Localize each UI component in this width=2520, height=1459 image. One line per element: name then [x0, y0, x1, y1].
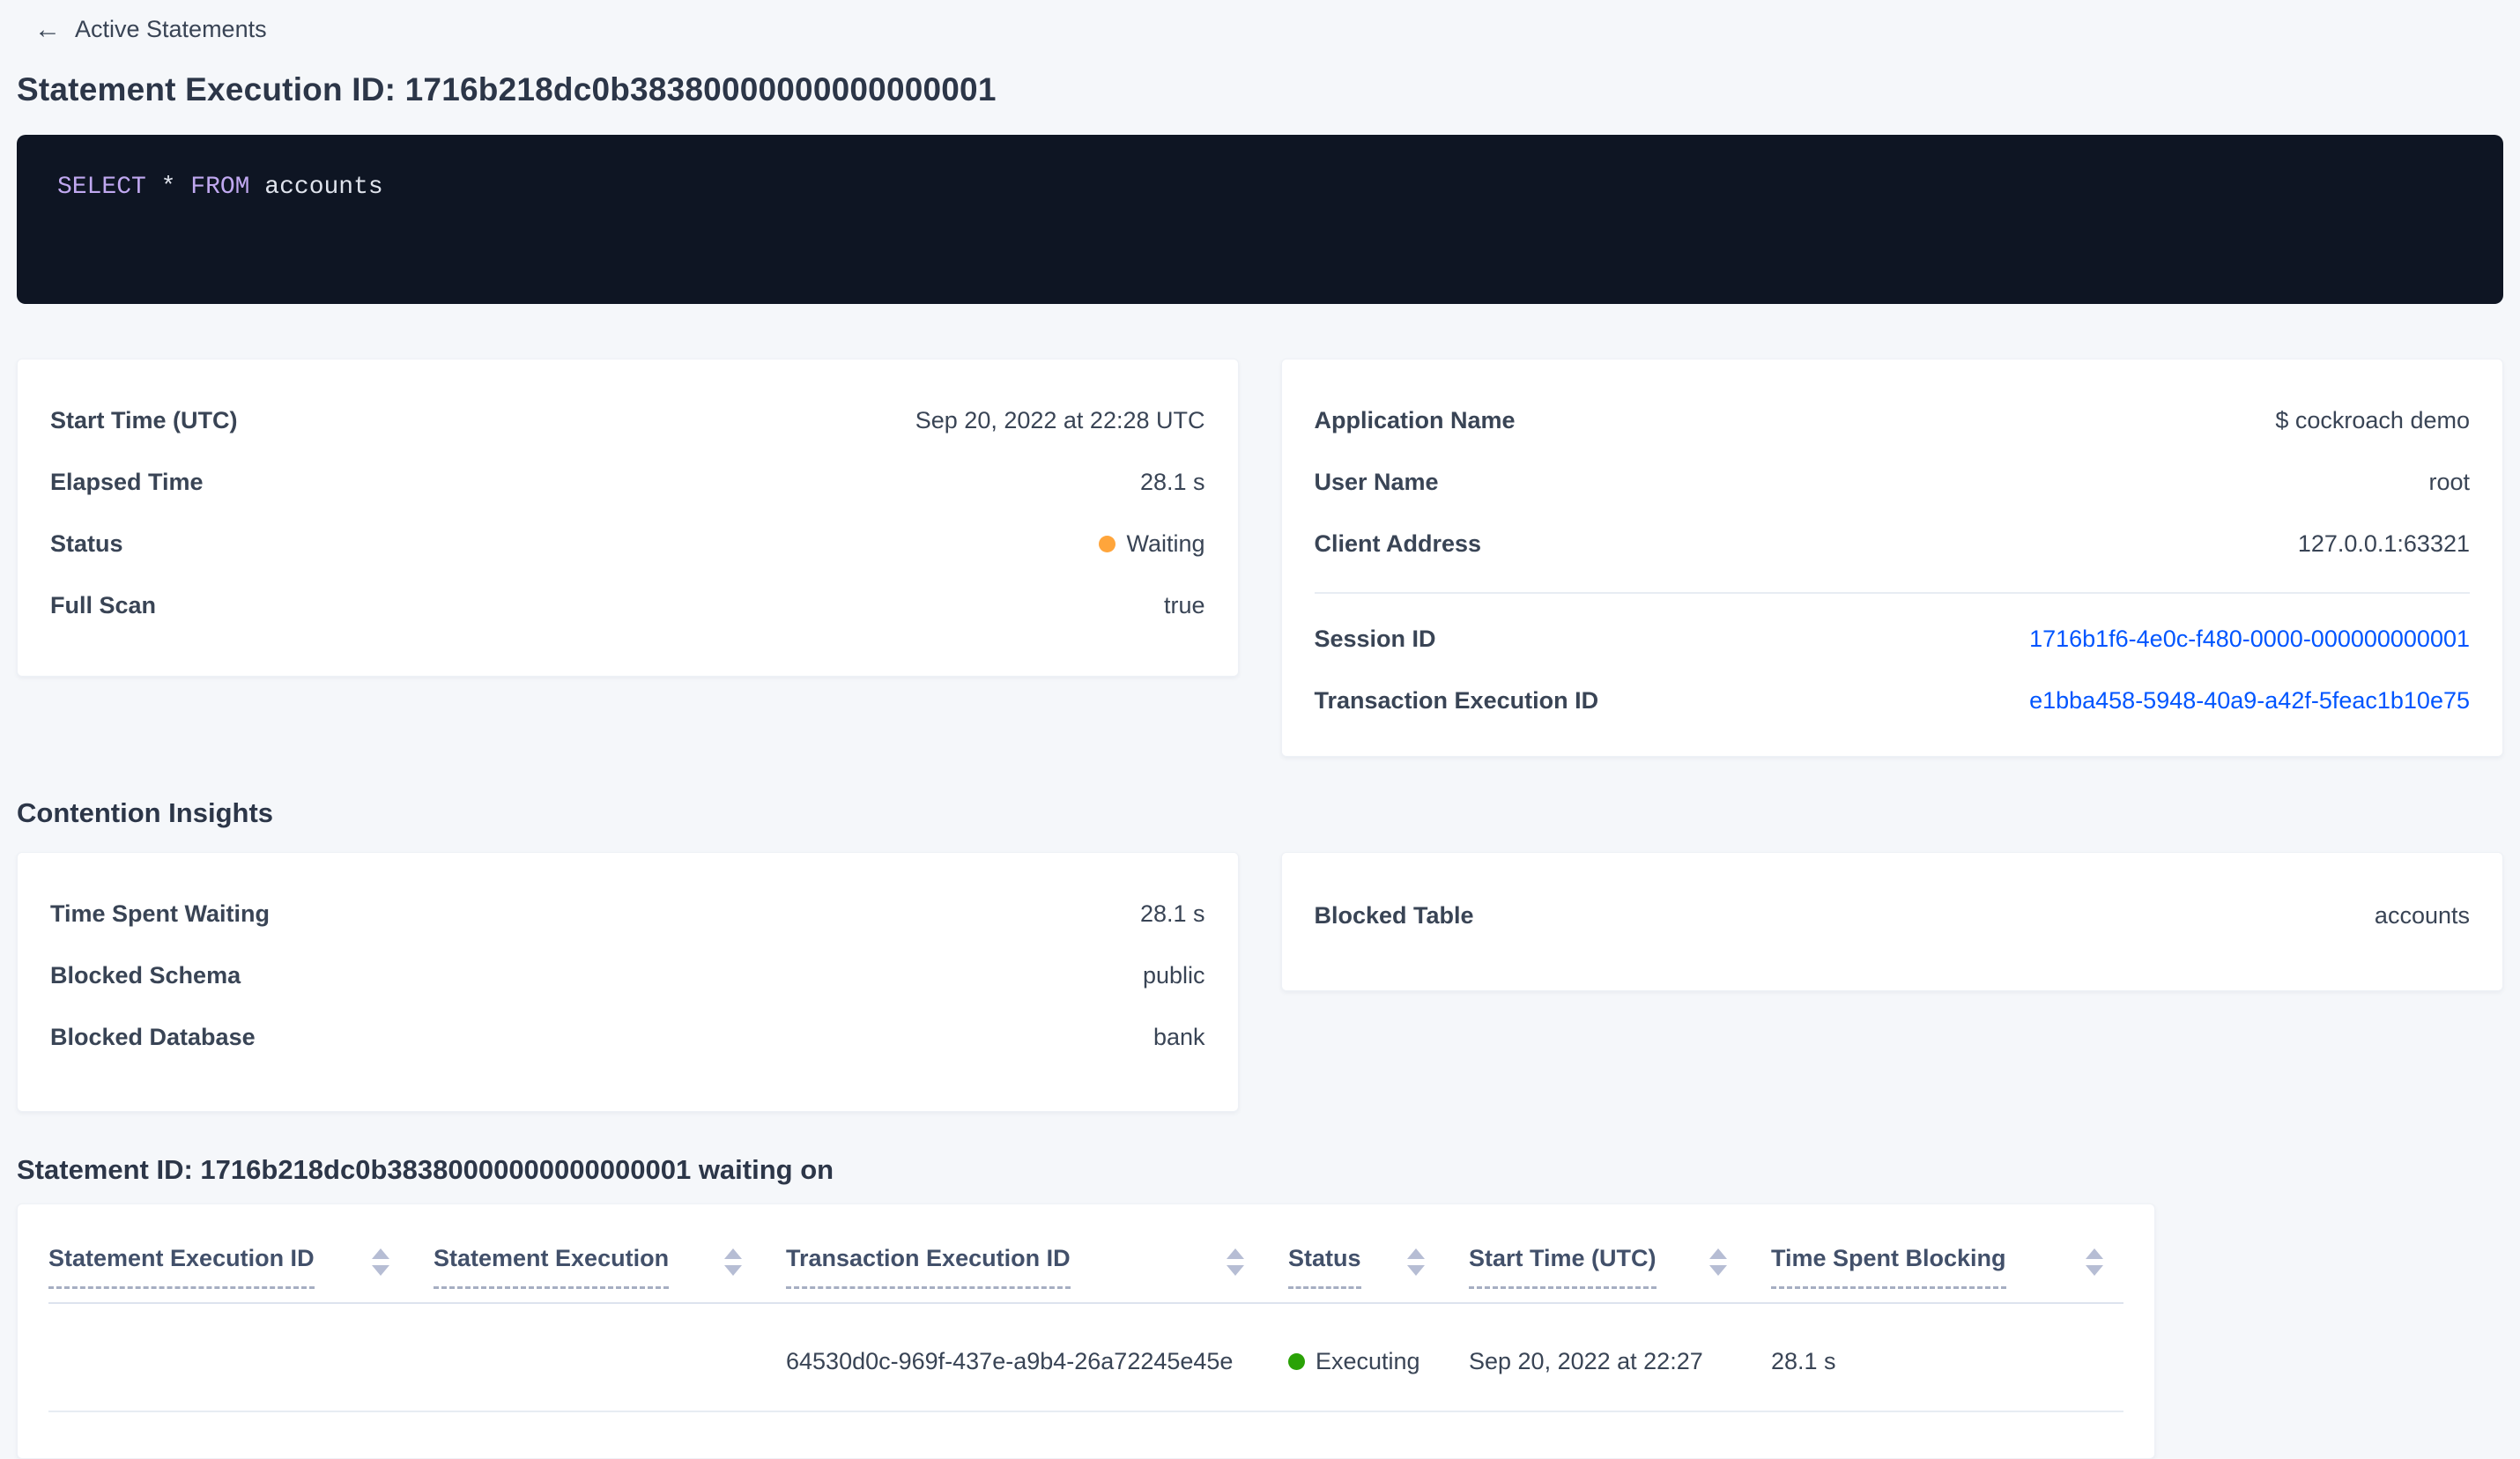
- sort-icon: [372, 1248, 389, 1276]
- full-scan-row: Full Scan true: [50, 592, 1205, 618]
- application-name-row: Application Name $ cockroach demo: [1315, 407, 2471, 433]
- contention-insights-heading: Contention Insights: [17, 797, 274, 828]
- start-time-label: Start Time (UTC): [50, 407, 238, 433]
- blocked-table-label: Blocked Table: [1314, 902, 1474, 929]
- application-name-value: $ cockroach demo: [2275, 407, 2470, 433]
- row-status-value: Executing: [1316, 1348, 1420, 1374]
- blocked-database-value: bank: [1153, 1024, 1205, 1050]
- cell-time-spent-blocking: 28.1 s: [1771, 1348, 1836, 1374]
- waiting-on-table: Statement Execution ID Statement Executi…: [17, 1203, 2155, 1459]
- full-scan-label: Full Scan: [50, 592, 157, 618]
- back-link-label: Active Statements: [75, 16, 267, 42]
- user-name-label: User Name: [1314, 469, 1439, 495]
- transaction-execution-id-row: Transaction Execution ID e1bba458-5948-4…: [1315, 687, 2471, 714]
- cell-status: Executing: [1288, 1348, 1469, 1375]
- overview-card: Start Time (UTC) Sep 20, 2022 at 22:28 U…: [17, 359, 1239, 677]
- column-header-status[interactable]: Status: [1288, 1245, 1469, 1302]
- elapsed-time-row: Elapsed Time 28.1 s: [50, 469, 1205, 495]
- sql-keyword-from: FROM: [190, 174, 250, 201]
- blocked-database-label: Blocked Database: [50, 1024, 256, 1050]
- column-header-start-time[interactable]: Start Time (UTC): [1469, 1245, 1771, 1302]
- start-time-value: Sep 20, 2022 at 22:28 UTC: [915, 407, 1205, 433]
- elapsed-time-value: 28.1 s: [1139, 469, 1205, 495]
- column-header-time-spent-blocking[interactable]: Time Spent Blocking: [1771, 1245, 2125, 1302]
- sql-statement-box: SELECT * FROM accounts: [17, 135, 2503, 304]
- statement-execution-page: ← Active Statements Statement Execution …: [0, 0, 2520, 1459]
- contention-details-card: Time Spent Waiting 28.1 s Blocked Schema…: [17, 852, 1239, 1112]
- page-title: Statement Execution ID: 1716b218dc0b3838…: [17, 71, 997, 107]
- blocked-table-value: accounts: [2374, 902, 2470, 929]
- cell-start-time: Sep 20, 2022 at 22:27: [1469, 1348, 1703, 1374]
- blocked-table-card: Blocked Table accounts: [1280, 852, 2503, 991]
- session-id-label: Session ID: [1314, 626, 1436, 652]
- blocked-schema-label: Blocked Schema: [50, 962, 241, 989]
- transaction-execution-id-label: Transaction Execution ID: [1314, 687, 1599, 714]
- status-value: Waiting: [1126, 530, 1205, 557]
- sql-star: *: [160, 174, 176, 201]
- executing-status-dot-icon: [1288, 1353, 1305, 1370]
- status-row: Status Waiting: [50, 530, 1205, 557]
- back-arrow-icon: ←: [34, 14, 61, 44]
- user-name-value: root: [2428, 469, 2470, 495]
- sql-keyword-select: SELECT: [57, 174, 146, 201]
- sql-table-name: accounts: [264, 174, 383, 201]
- time-spent-waiting-row: Time Spent Waiting 28.1 s: [50, 900, 1205, 927]
- back-link[interactable]: ← Active Statements: [34, 16, 2503, 43]
- column-header-transaction-execution-id[interactable]: Transaction Execution ID: [786, 1245, 1288, 1302]
- transaction-execution-id-link[interactable]: e1bba458-5948-40a9-a42f-5feac1b10e75: [2029, 687, 2470, 714]
- column-header-statement-execution-id[interactable]: Statement Execution ID: [48, 1245, 434, 1302]
- full-scan-value: true: [1163, 592, 1205, 618]
- sort-icon: [1227, 1248, 1244, 1276]
- session-id-link[interactable]: 1716b1f6-4e0c-f480-0000-000000000001: [2029, 626, 2470, 652]
- table-row: 64530d0c-969f-437e-a9b4-26a72245e45e Exe…: [48, 1304, 2123, 1412]
- start-time-row: Start Time (UTC) Sep 20, 2022 at 22:28 U…: [50, 407, 1205, 433]
- user-name-row: User Name root: [1315, 469, 2471, 495]
- elapsed-time-label: Elapsed Time: [50, 469, 204, 495]
- client-address-label: Client Address: [1314, 530, 1482, 557]
- blocked-schema-value: public: [1142, 962, 1205, 989]
- card-divider: [1314, 592, 2470, 594]
- session-id-row: Session ID 1716b1f6-4e0c-f480-0000-00000…: [1315, 626, 2471, 652]
- status-label: Status: [50, 530, 123, 557]
- waiting-on-heading: Statement ID: 1716b218dc0b38380000000000…: [17, 1154, 834, 1185]
- sort-icon: [1407, 1248, 1425, 1276]
- table-header-row: Statement Execution ID Statement Executi…: [48, 1204, 2123, 1304]
- application-name-label: Application Name: [1314, 407, 1516, 433]
- session-card: Application Name $ cockroach demo User N…: [1280, 359, 2503, 757]
- cell-transaction-execution-id: 64530d0c-969f-437e-a9b4-26a72245e45e: [786, 1348, 1234, 1374]
- time-spent-waiting-label: Time Spent Waiting: [50, 900, 271, 927]
- blocked-schema-row: Blocked Schema public: [50, 962, 1205, 989]
- column-header-statement-execution[interactable]: Statement Execution: [434, 1245, 786, 1302]
- waiting-status-dot-icon: [1099, 535, 1116, 552]
- client-address-value: 127.0.0.1:63321: [2297, 530, 2470, 557]
- client-address-row: Client Address 127.0.0.1:63321: [1315, 530, 2471, 557]
- time-spent-waiting-value: 28.1 s: [1139, 900, 1205, 927]
- sort-icon: [724, 1248, 742, 1276]
- sort-icon: [2086, 1248, 2103, 1276]
- blocked-table-row: Blocked Table accounts: [1315, 902, 2471, 929]
- sort-icon: [1709, 1248, 1727, 1276]
- blocked-database-row: Blocked Database bank: [50, 1024, 1205, 1050]
